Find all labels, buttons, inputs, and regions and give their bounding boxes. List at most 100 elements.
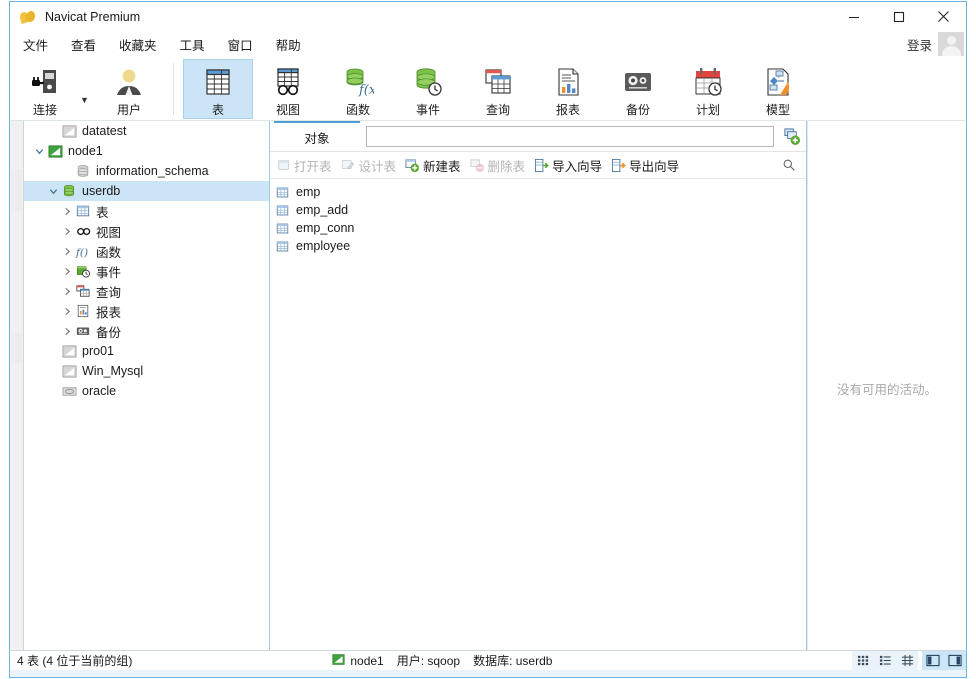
- list-item[interactable]: employee: [270, 237, 806, 255]
- status-connection: node1: [332, 653, 384, 669]
- connection-dropdown-arrow[interactable]: ▼: [80, 95, 94, 105]
- toolbar-button-model[interactable]: 模型: [743, 59, 813, 119]
- new-table-label: 新建表: [423, 159, 461, 174]
- menu-view[interactable]: 查看: [61, 32, 106, 57]
- menu-window[interactable]: 窗口: [218, 32, 263, 57]
- mysql-conn-icon-grey: [60, 124, 78, 139]
- toolbar-button-event[interactable]: 事件: [393, 59, 463, 119]
- mysql-conn-icon-green: [46, 144, 64, 159]
- tree-node-information-schema[interactable]: information_schema: [24, 161, 269, 181]
- toolbar-button-function[interactable]: f(x) 函数: [323, 59, 393, 119]
- mysql-conn-icon-grey: [60, 364, 78, 379]
- chevron-right-icon[interactable]: [60, 247, 74, 256]
- search-icon[interactable]: [776, 158, 802, 172]
- maximize-button[interactable]: [876, 2, 921, 32]
- status-connection-name: node1: [350, 653, 384, 668]
- no-activity-message: 没有可用的活动。: [836, 383, 937, 397]
- toolbar-label-model: 模型: [765, 103, 790, 117]
- list-item[interactable]: emp_conn: [270, 219, 806, 237]
- function-icon: f(x): [342, 64, 374, 100]
- minimize-button[interactable]: [831, 2, 876, 32]
- new-connection-icon[interactable]: [776, 123, 806, 149]
- tree-node-views[interactable]: 视图: [24, 221, 269, 241]
- toolbar-button-query[interactable]: 查询: [463, 59, 533, 119]
- tree-node-datatest[interactable]: datatest: [24, 121, 269, 141]
- export-wizard-button[interactable]: 导出向导: [611, 156, 679, 175]
- toolbar-label-query: 查询: [485, 103, 510, 117]
- table-icon: [276, 222, 292, 235]
- tree-node-events[interactable]: 事件: [24, 261, 269, 281]
- chevron-right-icon[interactable]: [60, 287, 74, 296]
- tree-node-userdb[interactable]: userdb: [24, 181, 269, 201]
- toolbar-button-user[interactable]: 用户: [94, 59, 164, 119]
- import-wizard-button[interactable]: 导入向导: [534, 156, 602, 175]
- tree-node-tables[interactable]: 表: [24, 201, 269, 221]
- toolbar-label-backup: 备份: [625, 103, 650, 117]
- menu-help[interactable]: 帮助: [266, 32, 311, 57]
- tree-node-pro01[interactable]: pro01: [24, 341, 269, 361]
- toolbar-button-connection[interactable]: 连接: [10, 59, 80, 119]
- new-table-button[interactable]: 新建表: [405, 156, 461, 175]
- model-icon: [762, 64, 794, 100]
- chevron-right-icon[interactable]: [60, 327, 74, 336]
- list-item[interactable]: emp: [270, 183, 806, 201]
- report-icon: [552, 64, 584, 100]
- design-table-button[interactable]: 设计表: [341, 156, 397, 175]
- menu-tools[interactable]: 工具: [170, 32, 215, 57]
- tree-label: information_schema: [96, 164, 209, 178]
- tree-node-queries[interactable]: 查询: [24, 281, 269, 301]
- toolbar-button-table[interactable]: 表: [183, 59, 253, 119]
- menu-favorites[interactable]: 收藏夹: [109, 32, 167, 57]
- avatar[interactable]: [938, 32, 964, 56]
- toggle-right-panel-icon[interactable]: [944, 650, 966, 671]
- backup-icon: [622, 64, 654, 100]
- user-icon: [112, 64, 146, 100]
- open-table-button[interactable]: 打开表: [276, 156, 332, 175]
- login-link[interactable]: 登录: [907, 35, 932, 54]
- mysql-conn-icon-grey: [60, 344, 78, 359]
- tab-objects[interactable]: 对象: [274, 121, 360, 151]
- detail-view-icon[interactable]: [896, 650, 918, 671]
- chevron-right-icon[interactable]: [60, 207, 74, 216]
- grid-view-icon[interactable]: [852, 650, 874, 671]
- chevron-down-icon[interactable]: [46, 187, 60, 196]
- collapsed-panel-strip[interactable]: [10, 121, 24, 651]
- objects-action-row: 打开表 设计表 新建表 删除表 导入向导 导出向导: [270, 152, 806, 179]
- tree-node-node1[interactable]: node1: [24, 141, 269, 161]
- toolbar-button-report[interactable]: 报表: [533, 59, 603, 119]
- design-table-icon: [341, 158, 356, 173]
- tree-node-win-mysql[interactable]: Win_Mysql: [24, 361, 269, 381]
- chevron-right-icon[interactable]: [60, 307, 74, 316]
- table-icon: [202, 64, 234, 100]
- event-icon: [74, 264, 92, 278]
- delete-table-icon: [470, 158, 485, 173]
- toggle-left-panel-icon[interactable]: [922, 650, 944, 671]
- table-name: employee: [296, 239, 351, 253]
- tree-node-oracle[interactable]: oracle: [24, 381, 269, 401]
- tree-node-functions[interactable]: f() 函数: [24, 241, 269, 261]
- menu-file[interactable]: 文件: [13, 32, 58, 57]
- tree-node-backups[interactable]: 备份: [24, 321, 269, 341]
- tree-label: datatest: [82, 124, 127, 138]
- list-item[interactable]: emp_add: [270, 201, 806, 219]
- toolbar-label-function: 函数: [345, 103, 370, 117]
- list-view-icon[interactable]: [874, 650, 896, 671]
- chevron-right-icon[interactable]: [60, 227, 74, 236]
- address-input[interactable]: [366, 125, 774, 147]
- close-button[interactable]: [921, 2, 966, 32]
- delete-table-button[interactable]: 删除表: [470, 156, 525, 175]
- toolbar-button-view[interactable]: 视图: [253, 59, 323, 119]
- tree-label: 视图: [96, 225, 122, 240]
- connection-tree: datatest node1 information_schema userdb…: [24, 121, 270, 651]
- main-toolbar: 连接 ▼ 用户 表 视图 f(函数 事件 查询 报表 备份 计划 模型: [9, 57, 967, 121]
- tree-label: 表: [96, 205, 109, 220]
- window-left-frame: [0, 31, 9, 670]
- table-name: emp: [296, 185, 321, 199]
- design-table-label: 设计表: [358, 159, 397, 174]
- chevron-down-icon[interactable]: [32, 147, 46, 156]
- chevron-right-icon[interactable]: [60, 267, 74, 276]
- toolbar-button-schedule[interactable]: 计划: [673, 59, 743, 119]
- toolbar-button-backup[interactable]: 备份: [603, 59, 673, 119]
- database-icon-grey: [74, 164, 92, 178]
- tree-node-reports[interactable]: 报表: [24, 301, 269, 321]
